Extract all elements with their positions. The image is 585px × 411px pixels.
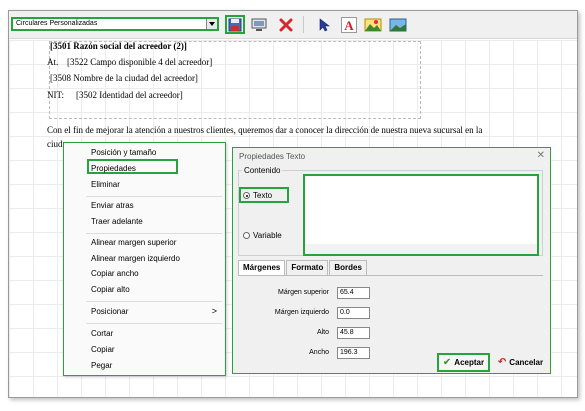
doc-paragraph: Con el fin de mejorar la atención a nues…	[47, 125, 483, 135]
radio-unselected-icon	[243, 232, 250, 239]
menu-item-properties[interactable]: Propiedades	[91, 164, 136, 173]
menu-item-delete[interactable]: Eliminar	[91, 180, 120, 189]
menu-item-bring-front[interactable]: Traer adelante	[91, 217, 143, 226]
undo-icon: ↶	[497, 357, 507, 368]
radio-variable-label: Variable	[253, 231, 282, 240]
margin-top-label: Márgen superior	[278, 289, 329, 296]
menu-separator	[86, 323, 222, 324]
toolbar-separator	[303, 16, 304, 33]
menu-item-send-back[interactable]: Enviar atras	[91, 201, 134, 210]
template-select-value: Circulares Personalizadas	[16, 20, 98, 27]
pointer-button[interactable]	[314, 15, 334, 34]
radio-text-label: Texto	[253, 191, 273, 200]
content-textarea[interactable]	[303, 174, 539, 256]
cancel-button-label: Cancelar	[509, 358, 544, 367]
height-input[interactable]: 45.8	[337, 327, 370, 339]
menu-separator	[86, 196, 222, 197]
tab-format[interactable]: Formato	[286, 260, 329, 275]
margin-top-input[interactable]: 65.4	[337, 287, 370, 299]
text-icon: A	[341, 16, 357, 33]
margin-left-label: Márgen izquierdo	[274, 309, 329, 316]
svg-text:A: A	[344, 18, 354, 33]
cancel-button[interactable]: ↶ Cancelar	[493, 355, 548, 370]
menu-item-copy-width[interactable]: Copiar ancho	[91, 269, 139, 278]
chevron-down-icon[interactable]	[206, 19, 217, 29]
width-label: Ancho	[309, 349, 329, 356]
tab-margins[interactable]: Márgenes	[238, 260, 286, 275]
doc-line-2: [3522 Campo disponible 4 del acreedor]	[67, 57, 213, 67]
menu-item-align-top[interactable]: Alinear margen superior	[91, 238, 176, 247]
doc-line-4: [3502 Identidad del acreedor]	[76, 90, 183, 100]
preview-button[interactable]	[249, 15, 269, 34]
toolbar: Circulares Personalizadas A	[9, 11, 577, 39]
doc-line-2-prefix: At.	[47, 57, 59, 67]
report-designer-window: Circulares Personalizadas A [3501 Razón …	[8, 10, 578, 398]
image-icon	[364, 18, 382, 31]
menu-item-copy[interactable]: Copiar	[91, 345, 115, 354]
text-properties-dialog: Propiedades Texto ✕ Contenido Texto Vari…	[232, 147, 551, 374]
save-button[interactable]	[225, 15, 245, 34]
height-label: Alto	[316, 329, 329, 336]
landscape-icon	[389, 18, 407, 31]
menu-item-align-left[interactable]: Alinear margen izquierdo	[91, 254, 180, 263]
doc-line-1: [3501 Razón social del acreedor (2)]	[50, 41, 187, 51]
doc-line-4-prefix: NIT:	[47, 90, 65, 100]
pointer-icon	[319, 17, 330, 31]
accept-button-label: Aceptar	[454, 358, 485, 367]
template-select[interactable]: Circulares Personalizadas	[11, 17, 219, 31]
menu-item-paste[interactable]: Pegar	[91, 361, 112, 370]
menu-separator	[86, 301, 222, 302]
landscape-tool-button[interactable]	[388, 15, 408, 34]
check-icon: ✔	[442, 357, 452, 368]
width-input[interactable]: 196.3	[337, 347, 370, 359]
tab-borders[interactable]: Bordes	[329, 260, 367, 275]
accept-button[interactable]: ✔ Aceptar	[437, 353, 490, 372]
image-tool-button[interactable]	[363, 15, 383, 34]
delete-icon	[279, 18, 293, 31]
radio-text[interactable]: Texto	[243, 191, 272, 200]
close-icon[interactable]: ✕	[537, 150, 545, 161]
submenu-arrow-icon: >	[211, 306, 217, 316]
menu-item-copy-height[interactable]: Copiar alto	[91, 285, 130, 294]
menu-item-position[interactable]: Posicionar	[91, 307, 128, 316]
doc-line-3: [3508 Nombre de la ciudad del acreedor]	[50, 73, 198, 83]
menu-separator	[86, 233, 222, 234]
horizontal-scrollbar[interactable]	[305, 244, 537, 254]
menu-item-position-size[interactable]: Posición y tamaño	[91, 148, 156, 157]
save-icon	[228, 18, 242, 31]
preview-icon	[251, 18, 267, 31]
text-tool-button[interactable]: A	[339, 15, 359, 34]
margin-left-input[interactable]: 0.0	[337, 307, 370, 319]
delete-button[interactable]	[276, 15, 296, 34]
doc-paragraph-continuation: ciud	[47, 139, 63, 149]
content-group-label: Contenido	[242, 166, 283, 175]
dialog-title: Propiedades Texto	[239, 152, 306, 161]
context-menu: Posición y tamaño Propiedades Eliminar E…	[63, 142, 226, 376]
radio-variable[interactable]: Variable	[243, 231, 282, 240]
radio-selected-icon	[243, 192, 250, 199]
dialog-tabs: Márgenes Formato Bordes	[238, 260, 368, 275]
menu-item-cut[interactable]: Cortar	[91, 329, 113, 338]
